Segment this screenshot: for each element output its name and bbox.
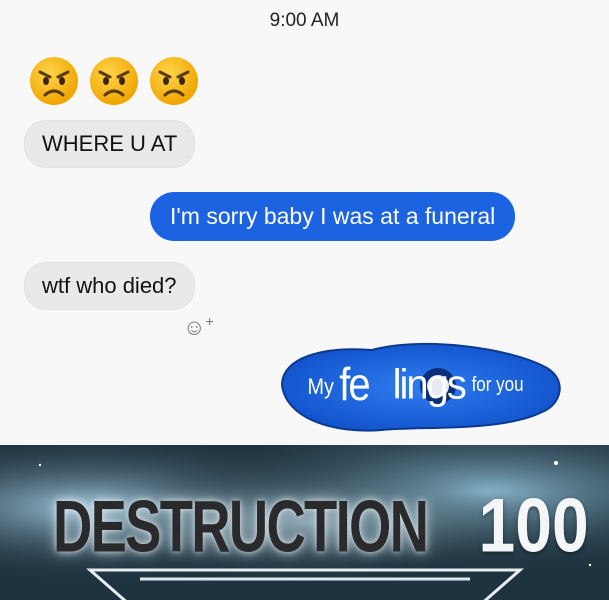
warped-word-my: My — [307, 374, 334, 399]
add-reaction-icon[interactable]: ☺+ — [183, 313, 214, 340]
warped-outgoing-message-bubble[interactable]: My fe lings for you — [262, 330, 572, 440]
incoming-message-bubble[interactable]: WHERE U AT — [24, 120, 196, 168]
warped-message-text: My fe lings for you — [262, 330, 572, 440]
skill-name: DESTRUCTION — [53, 484, 429, 568]
emoji-message — [28, 55, 200, 107]
angry-face-icon — [28, 55, 80, 107]
incoming-message-bubble[interactable]: wtf who died? — [24, 262, 195, 310]
message-timestamp: 9:00 AM — [269, 10, 340, 31]
warped-word-lings: lings — [392, 361, 467, 408]
skill-level-banner: DESTRUCTION 100 — [0, 445, 609, 600]
warped-word-for-you: for you — [471, 373, 524, 396]
angry-face-icon — [88, 55, 140, 107]
warped-word-fe: fe — [339, 359, 370, 410]
skill-level: 100 — [478, 482, 589, 568]
angry-face-icon — [148, 55, 200, 107]
outgoing-message-bubble[interactable]: I'm sorry baby I was at a funeral — [150, 192, 516, 241]
skill-title: DESTRUCTION 100 — [0, 453, 609, 567]
chat-screen: 9:00 AM WHERE U AT I'm sorry baby I was … — [0, 0, 609, 445]
skill-progress-bar — [86, 568, 524, 600]
